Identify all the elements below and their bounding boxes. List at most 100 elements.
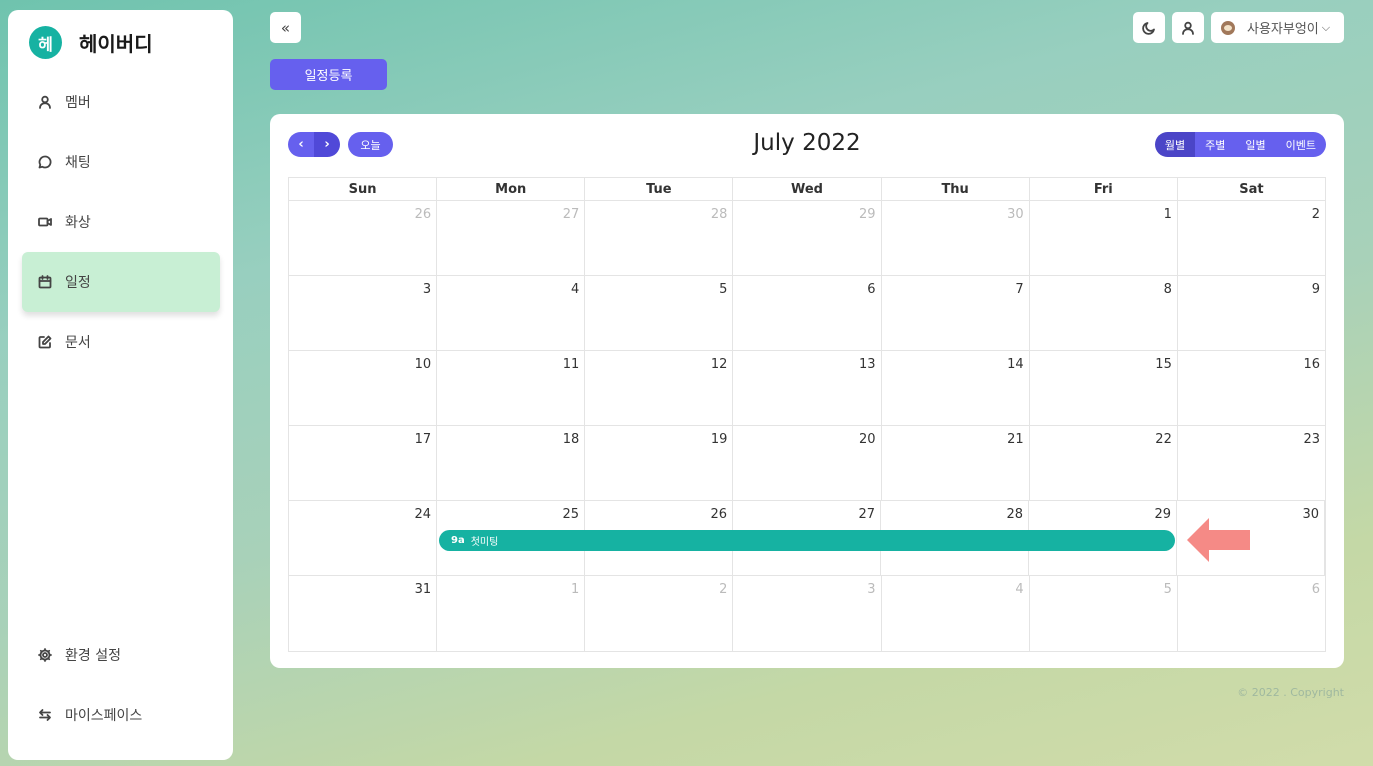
view-month-button[interactable]: 월별	[1154, 132, 1196, 157]
dark-mode-toggle[interactable]	[1133, 12, 1165, 43]
day-cell[interactable]: 22	[1030, 426, 1178, 500]
day-number: 21	[1007, 432, 1024, 447]
view-day-button[interactable]: 일별	[1235, 132, 1276, 157]
day-cell[interactable]: 1	[437, 576, 586, 651]
brand-logo: 헤	[29, 26, 62, 59]
day-cell[interactable]: 1	[1030, 201, 1178, 275]
day-number: 4	[571, 282, 580, 297]
day-number: 15	[1155, 357, 1172, 372]
day-number: 6	[867, 282, 876, 297]
day-number: 7	[1015, 282, 1024, 297]
day-number: 20	[859, 432, 876, 447]
day-cell[interactable]: 21	[882, 426, 1030, 500]
day-number: 14	[1007, 357, 1024, 372]
day-number: 25	[562, 507, 579, 522]
sidebar-item-documents[interactable]: 문서	[22, 312, 220, 372]
day-number: 5	[719, 282, 728, 297]
swap-arrows-icon	[39, 709, 51, 721]
profile-button[interactable]	[1172, 12, 1204, 43]
day-cell[interactable]: 31	[289, 576, 438, 651]
sidebar-item-myspace[interactable]: 마이스페이스	[22, 685, 220, 745]
month-grid: Sun Mon Tue Wed Thu Fri Sat 26 27 28 29 30 1 2 3 4 5 6 7 8…	[288, 177, 1326, 652]
gear-icon	[38, 648, 52, 662]
day-cell[interactable]: 14	[882, 351, 1030, 425]
sidebar-item-members[interactable]: 멤버	[22, 72, 220, 132]
day-cell[interactable]: 9	[1178, 276, 1325, 350]
day-cell[interactable]: 19	[585, 426, 734, 500]
brand-name: 헤이버디	[79, 32, 153, 56]
day-cell[interactable]: 11	[437, 351, 586, 425]
day-number: 30	[1302, 507, 1319, 522]
brand[interactable]: 헤 헤이버디	[29, 26, 153, 59]
user-icon	[39, 95, 51, 109]
weekday-label: Fri	[1030, 178, 1178, 200]
day-number: 22	[1155, 432, 1172, 447]
day-number: 13	[859, 357, 876, 372]
day-number: 29	[1154, 507, 1171, 522]
collapse-sidebar-button[interactable]: «	[270, 12, 301, 43]
day-cell[interactable]: 4	[882, 576, 1030, 651]
day-cell[interactable]: 28	[585, 201, 734, 275]
day-cell[interactable]: 16	[1178, 351, 1325, 425]
sidebar: 헤 헤이버디 멤버 채팅 화상 일정 문서 환경 설정 마이스페이스	[8, 10, 233, 760]
day-number: 10	[414, 357, 432, 372]
day-cell[interactable]: 5	[1030, 576, 1178, 651]
day-number: 27	[858, 507, 875, 522]
weekday-label: Thu	[882, 178, 1030, 200]
day-cell[interactable]: 13	[733, 351, 882, 425]
day-number: 16	[1303, 357, 1320, 372]
day-cell[interactable]: 2	[585, 576, 734, 651]
day-number: 2	[1311, 207, 1320, 222]
edit-document-icon	[38, 335, 52, 349]
day-cell[interactable]: 2	[1178, 201, 1325, 275]
day-number: 23	[1303, 432, 1320, 447]
sidebar-item-settings[interactable]: 환경 설정	[22, 625, 220, 685]
day-cell[interactable]: 6	[733, 276, 882, 350]
day-cell[interactable]: 4	[437, 276, 586, 350]
sidebar-item-chat[interactable]: 채팅	[22, 132, 220, 192]
week-row: 17 18 19 20 21 22 23	[289, 426, 1325, 501]
day-number: 3	[422, 282, 432, 297]
view-week-button[interactable]: 주별	[1195, 132, 1236, 157]
day-cell[interactable]: 20	[733, 426, 882, 500]
day-cell[interactable]: 3	[733, 576, 882, 651]
day-cell[interactable]: 23	[1178, 426, 1325, 500]
day-number: 1	[1163, 207, 1172, 222]
day-cell[interactable]: 5	[585, 276, 734, 350]
day-cell[interactable]: 18	[437, 426, 586, 500]
month-nav: ‹ ›	[288, 132, 340, 157]
prev-month-button[interactable]: ‹	[288, 132, 314, 157]
user-menu-dropdown[interactable]: 사용자부엉이 ⌵	[1211, 12, 1344, 43]
day-cell[interactable]: 10	[289, 351, 438, 425]
day-cell[interactable]: 7	[882, 276, 1030, 350]
day-cell[interactable]: 26	[289, 201, 438, 275]
today-button[interactable]: 오늘	[348, 132, 393, 157]
week-row: 10 11 12 13 14 15 16	[289, 351, 1325, 426]
day-cell[interactable]: 15	[1030, 351, 1178, 425]
pointer-arrow-icon	[1187, 518, 1250, 562]
day-cell[interactable]: 12	[585, 351, 734, 425]
event-bar[interactable]: 9a 첫미팅	[439, 530, 1175, 551]
week-row: 26 27 28 29 30 1 2	[289, 201, 1325, 276]
day-cell[interactable]: 24	[289, 501, 437, 575]
user-name: 사용자부엉이	[1247, 22, 1319, 37]
day-cell[interactable]: 6	[1178, 576, 1325, 651]
sidebar-item-video[interactable]: 화상	[22, 192, 220, 252]
day-cell[interactable]: 30	[882, 201, 1030, 275]
day-cell[interactable]: 17	[289, 426, 438, 500]
event-time: 9a	[451, 535, 465, 546]
day-cell[interactable]: 8	[1030, 276, 1178, 350]
double-chevron-left-icon: «	[280, 18, 291, 37]
sidebar-item-label: 멤버	[65, 95, 91, 111]
view-switcher: 월별 주별 일별 이벤트	[1154, 132, 1326, 157]
view-list-button[interactable]: 이벤트	[1275, 132, 1326, 157]
day-cell[interactable]: 3	[289, 276, 438, 350]
day-cell[interactable]: 27	[437, 201, 586, 275]
sidebar-item-label: 마이스페이스	[65, 708, 143, 724]
next-month-button[interactable]: ›	[314, 132, 340, 157]
sidebar-item-schedule[interactable]: 일정	[22, 252, 220, 312]
weekday-label: Sun	[289, 178, 438, 200]
add-schedule-button[interactable]: 일정등록	[270, 59, 387, 90]
day-cell[interactable]: 29	[733, 201, 882, 275]
day-number: 31	[414, 582, 432, 597]
